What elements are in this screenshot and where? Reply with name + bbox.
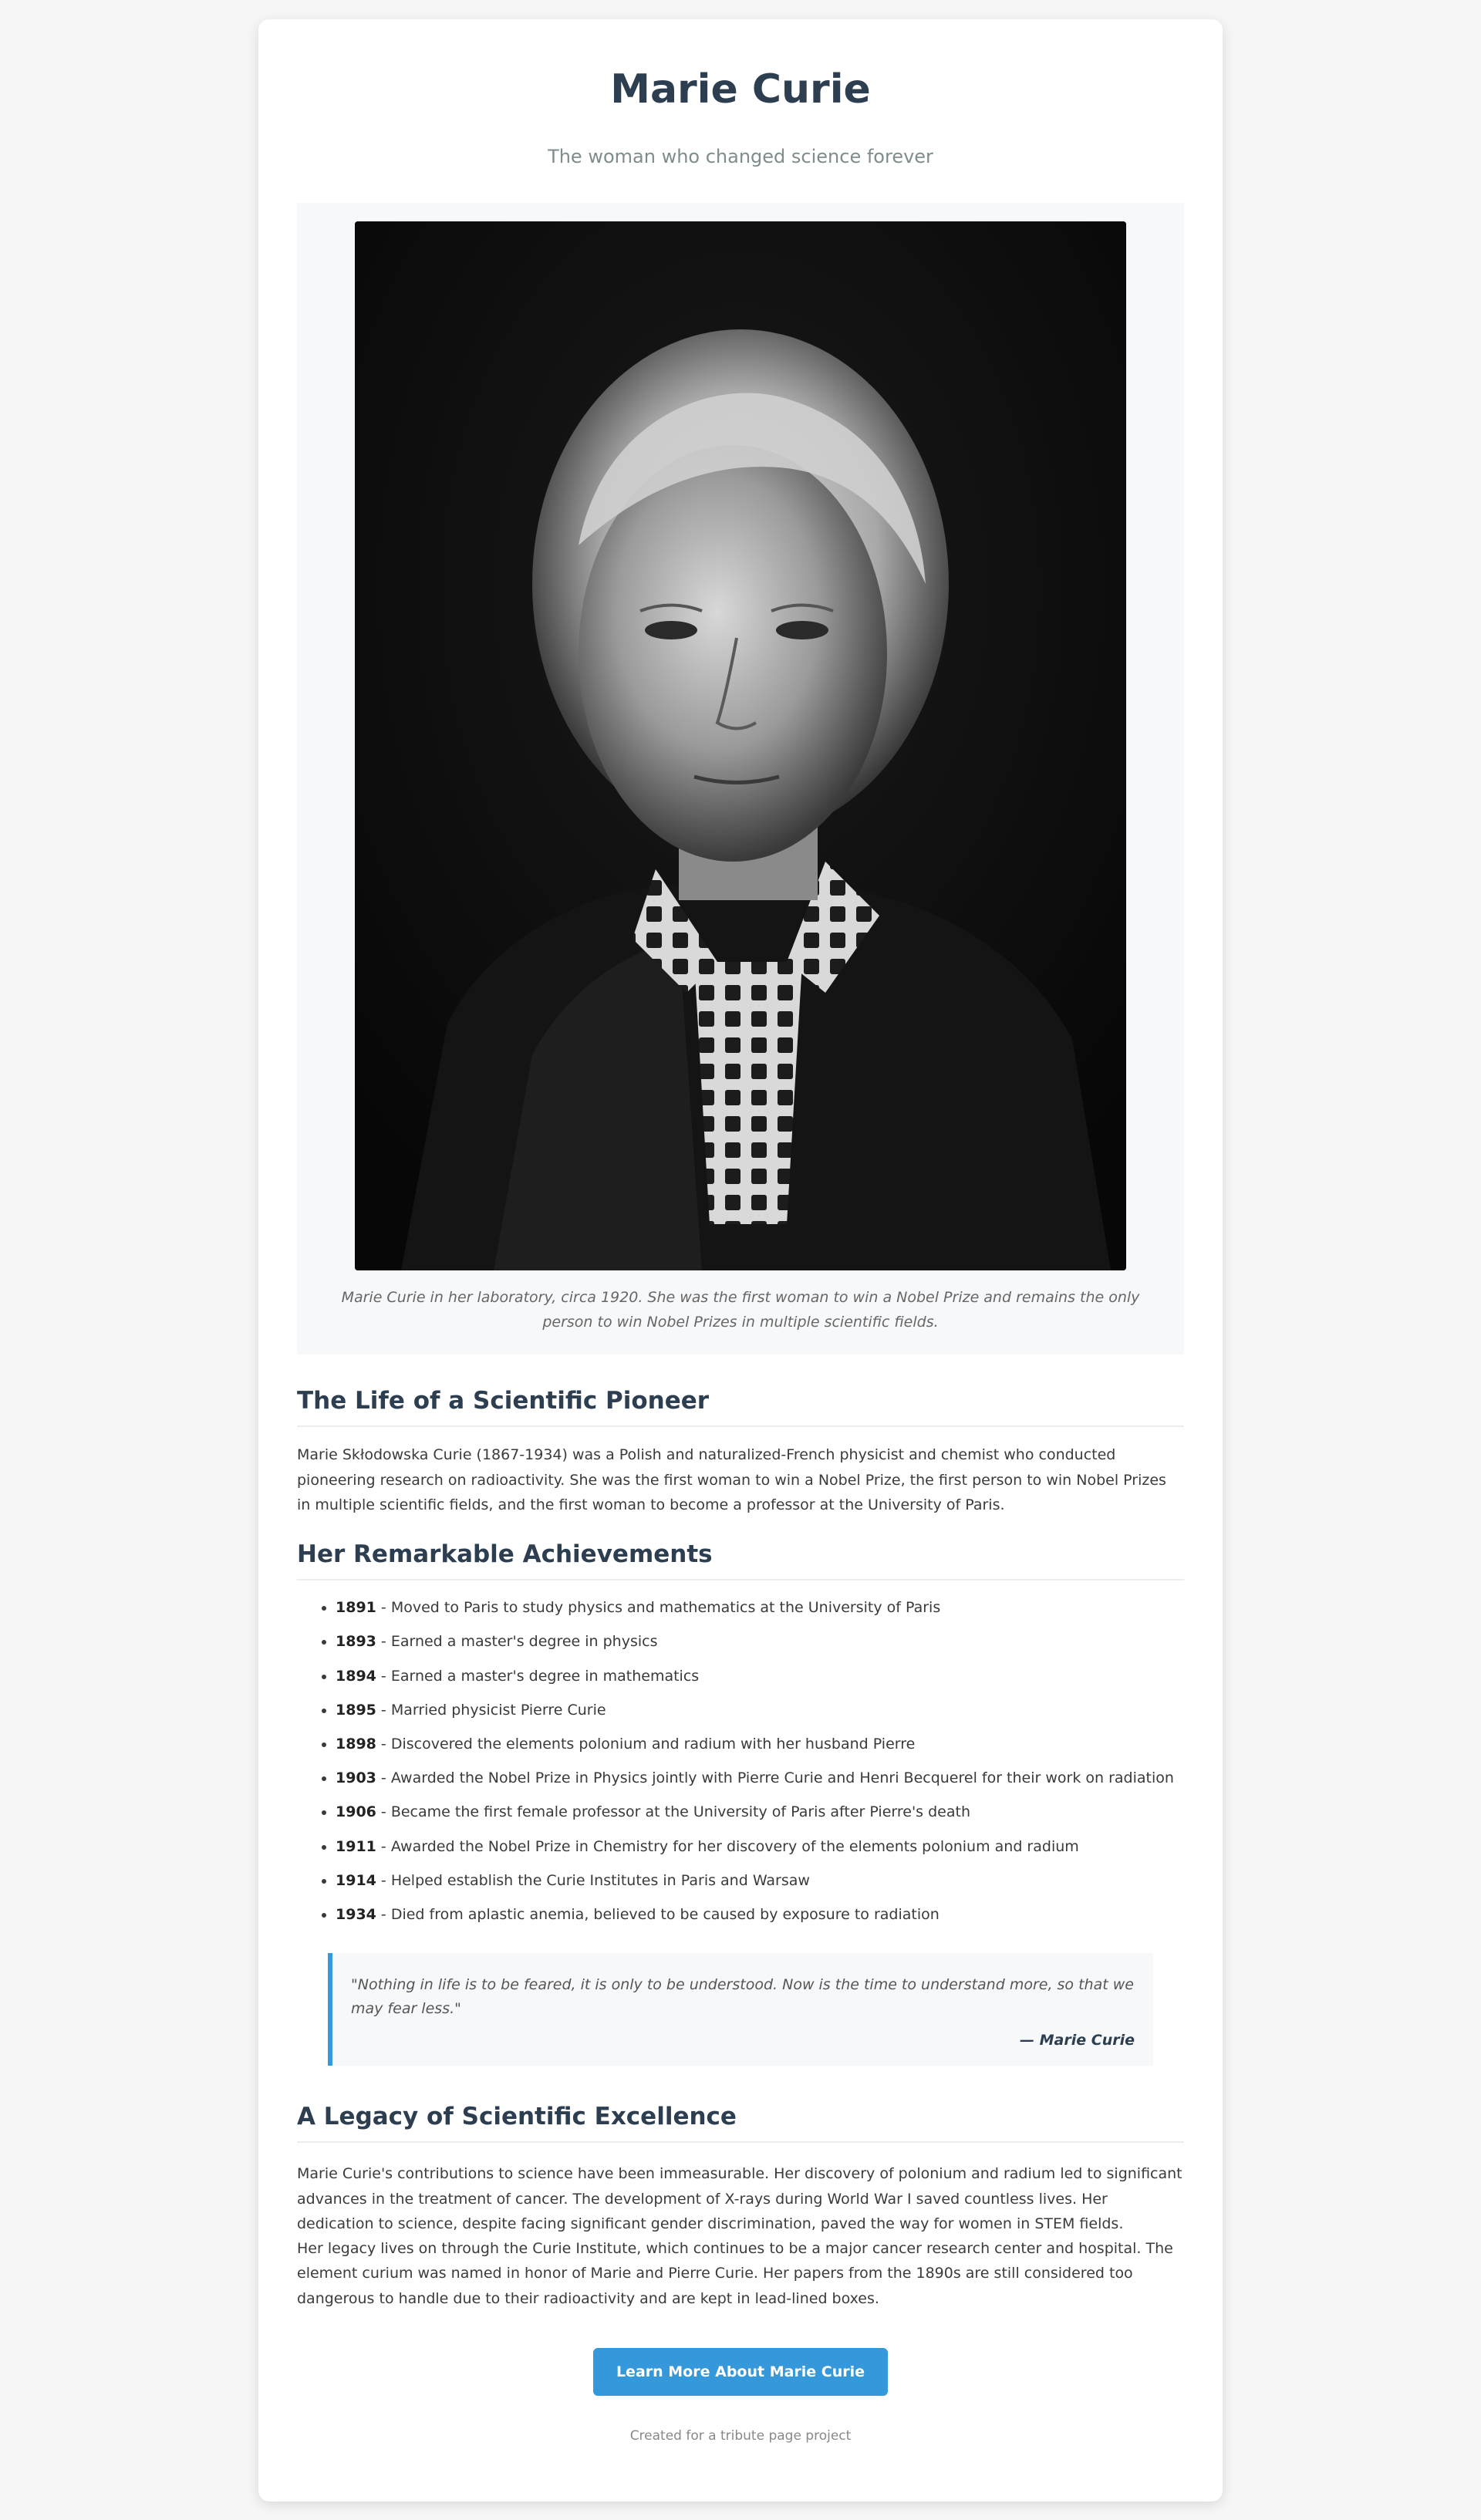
timeline-year: 1906 bbox=[336, 1803, 376, 1821]
portrait-figure: Marie Curie in her laboratory, circa 192… bbox=[297, 203, 1184, 1355]
quote-block: "Nothing in life is to be feared, it is … bbox=[328, 1952, 1153, 2066]
list-item: 1895 - Married physicist Pierre Curie bbox=[336, 1700, 1184, 1721]
timeline-text: - Earned a master's degree in mathematic… bbox=[376, 1667, 700, 1685]
timeline-year: 1911 bbox=[336, 1837, 376, 1855]
life-heading: The Life of a Scientific Pioneer bbox=[297, 1387, 1184, 1428]
legacy-paragraph: Marie Curie's contributions to science h… bbox=[297, 2165, 1182, 2232]
timeline-list: 1891 - Moved to Paris to study physics a… bbox=[297, 1597, 1184, 1925]
timeline-year: 1903 bbox=[336, 1769, 376, 1787]
list-item: 1903 - Awarded the Nobel Prize in Physic… bbox=[336, 1768, 1184, 1789]
footer-text: Created for a tribute page project bbox=[629, 2428, 852, 2444]
quote-author: — Marie Curie bbox=[1020, 2032, 1135, 2049]
timeline-year: 1893 bbox=[336, 1633, 376, 1651]
timeline-text: - Earned a master's degree in physics bbox=[376, 1633, 658, 1651]
cta-container: Learn More About Marie Curie bbox=[297, 2348, 1184, 2397]
timeline-year: 1895 bbox=[336, 1701, 376, 1719]
tribute-card: Marie Curie The woman who changed scienc… bbox=[258, 19, 1223, 2501]
timeline-text: - Became the first female professor at t… bbox=[376, 1803, 971, 1821]
timeline-year: 1894 bbox=[336, 1667, 376, 1685]
timeline-text: - Discovered the elements polonium and r… bbox=[376, 1736, 916, 1753]
page-title: Marie Curie bbox=[610, 66, 871, 113]
life-section: The Life of a Scientific Pioneer Marie S… bbox=[297, 1387, 1184, 1517]
achievements-heading: Her Remarkable Achievements bbox=[297, 1540, 1184, 1581]
page-subtitle: The woman who changed science forever bbox=[548, 146, 933, 168]
list-item: 1914 - Helped establish the Curie Instit… bbox=[336, 1871, 1184, 1891]
timeline-text: - Moved to Paris to study physics and ma… bbox=[376, 1599, 941, 1617]
achievements-section: Her Remarkable Achievements 1891 - Moved… bbox=[297, 1540, 1184, 2066]
list-item: 1906 - Became the first female professor… bbox=[336, 1802, 1184, 1823]
list-item: 1894 - Earned a master's degree in mathe… bbox=[336, 1666, 1184, 1687]
marie-curie-portrait bbox=[355, 221, 1126, 1271]
timeline-text: - Helped establish the Curie Institutes … bbox=[376, 1871, 810, 1889]
timeline-year: 1934 bbox=[336, 1905, 376, 1923]
legacy-heading: A Legacy of Scientific Excellence bbox=[297, 2103, 1184, 2144]
timeline-text: - Awarded the Nobel Prize in Physics joi… bbox=[376, 1769, 1174, 1787]
timeline-text: - Awarded the Nobel Prize in Chemistry f… bbox=[376, 1837, 1079, 1855]
life-text: Marie Skłodowska Curie (1867-1934) was a… bbox=[297, 1446, 1166, 1513]
list-item: 1934 - Died from aplastic anemia, believ… bbox=[336, 1904, 1184, 1925]
timeline-text: - Married physicist Pierre Curie bbox=[376, 1701, 606, 1719]
timeline-year: 1914 bbox=[336, 1871, 376, 1889]
timeline-text: - Died from aplastic anemia, believed to… bbox=[376, 1905, 940, 1923]
learn-more-button[interactable]: Learn More About Marie Curie bbox=[592, 2348, 889, 2397]
portrait-caption: Marie Curie in her laboratory, circa 192… bbox=[341, 1289, 1140, 1331]
legacy-paragraph: Her legacy lives on through the Curie In… bbox=[297, 2240, 1173, 2307]
list-item: 1893 - Earned a master's degree in physi… bbox=[336, 1631, 1184, 1652]
legacy-text: Marie Curie's contributions to science h… bbox=[297, 2161, 1184, 2311]
list-item: 1891 - Moved to Paris to study physics a… bbox=[336, 1597, 1184, 1618]
timeline-year: 1891 bbox=[336, 1599, 376, 1617]
quote-text: "Nothing in life is to be feared, it is … bbox=[351, 1975, 1134, 2017]
list-item: 1898 - Discovered the elements polonium … bbox=[336, 1734, 1184, 1755]
timeline-year: 1898 bbox=[336, 1736, 376, 1753]
list-item: 1911 - Awarded the Nobel Prize in Chemis… bbox=[336, 1837, 1184, 1857]
legacy-section: A Legacy of Scientific Excellence Marie … bbox=[297, 2103, 1184, 2311]
